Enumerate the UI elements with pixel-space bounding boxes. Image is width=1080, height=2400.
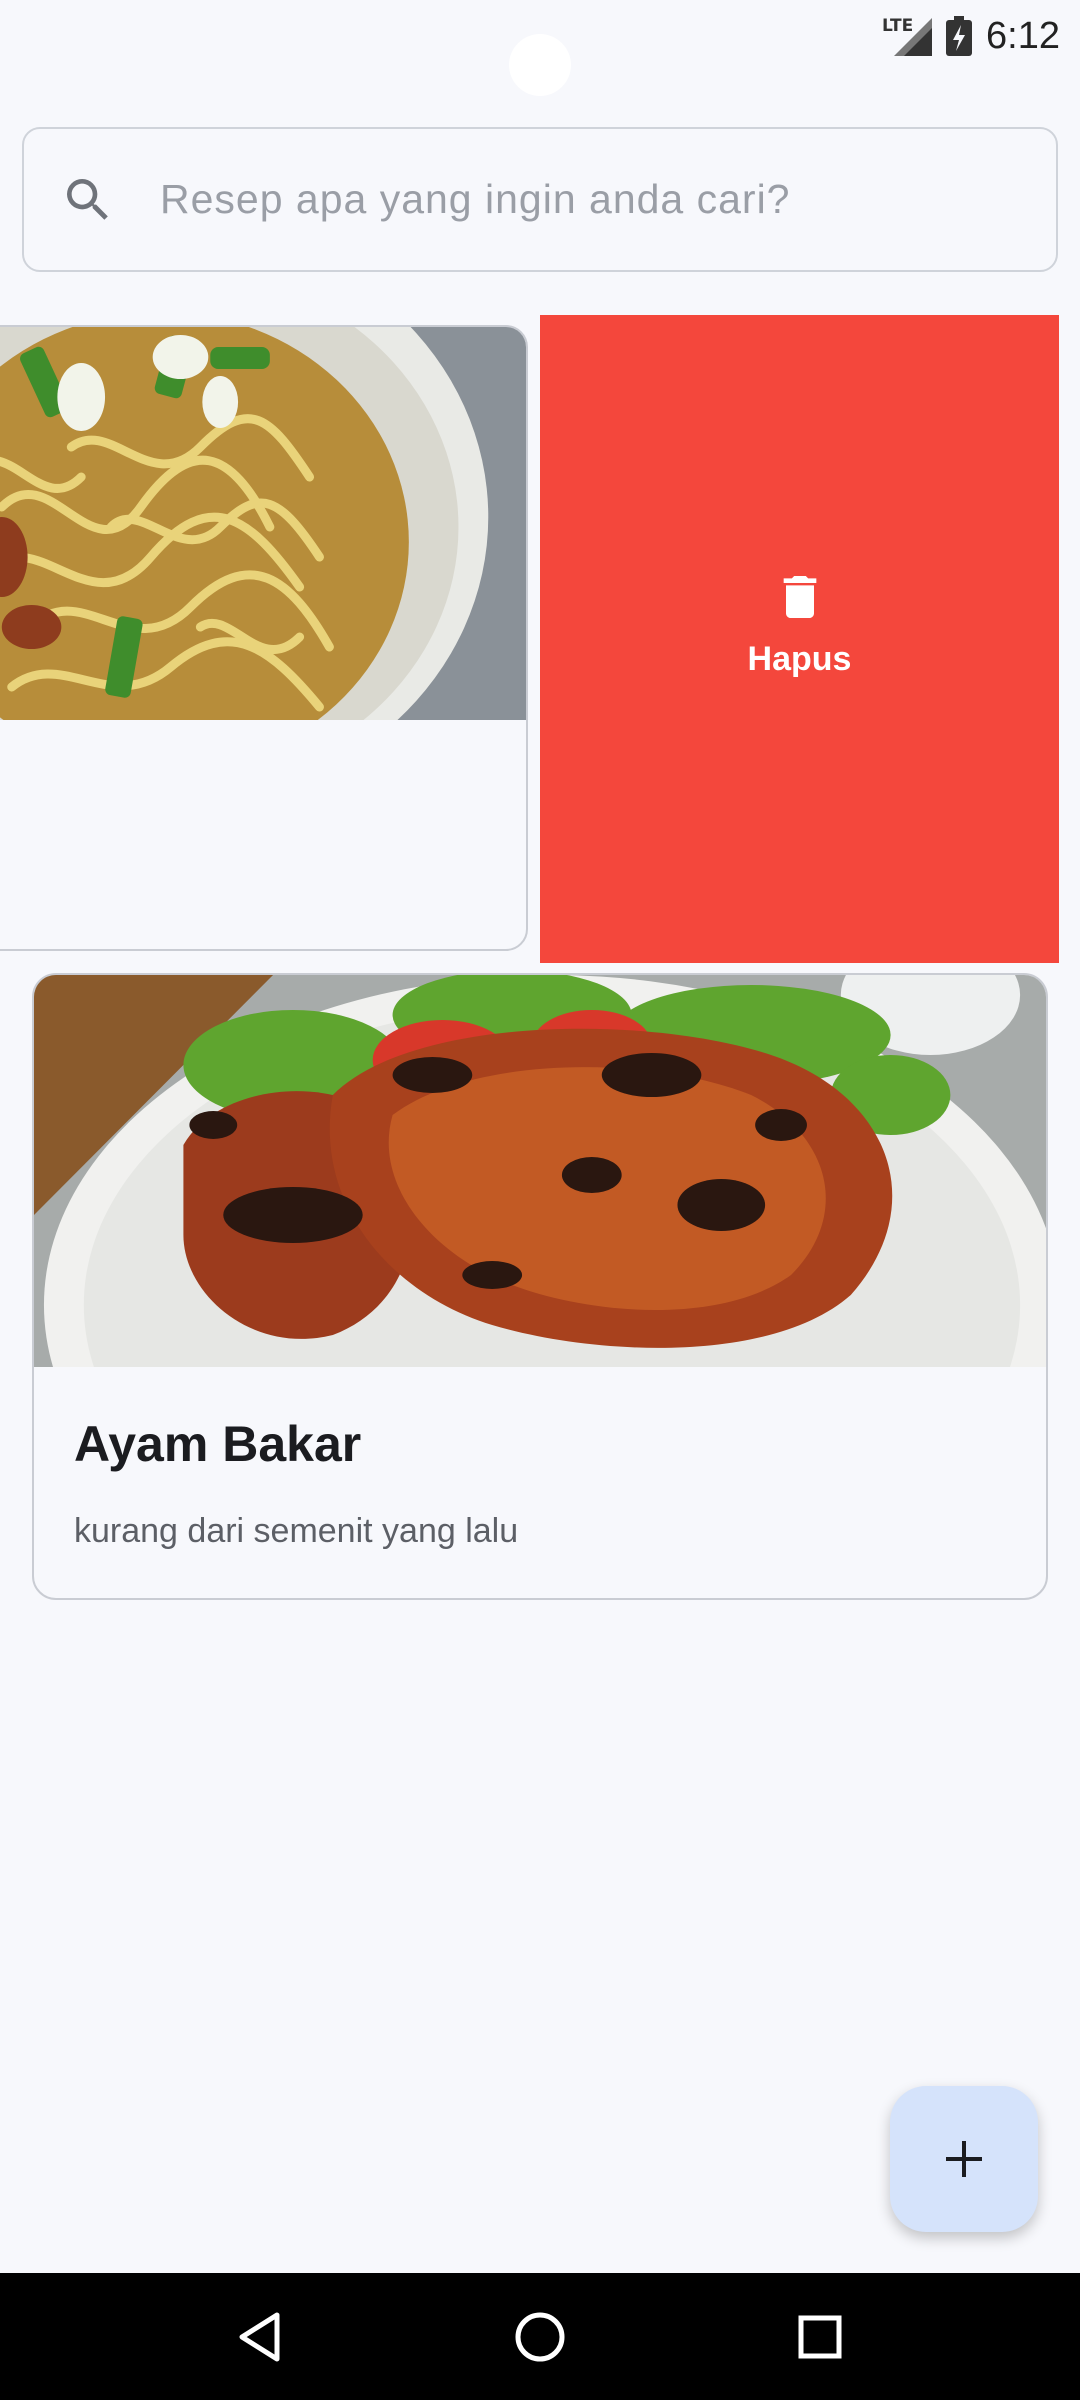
clock: 6:12 — [986, 14, 1060, 57]
back-icon — [239, 2312, 280, 2361]
navigation-bar — [0, 2273, 1080, 2400]
signal-icon: LTE — [882, 16, 933, 56]
noodle-soup-photo — [0, 327, 526, 720]
screen: LTE 6:12 Resep apa yang ingin anda cari?… — [0, 0, 1080, 2400]
plus-icon — [946, 2141, 982, 2177]
delete-label: Hapus — [747, 639, 852, 678]
status-icons: LTE 6:12 — [882, 8, 1060, 64]
recipe-card-swiped[interactable] — [0, 325, 528, 951]
trash-icon — [783, 575, 816, 618]
add-recipe-button[interactable] — [890, 2086, 1038, 2232]
back-button[interactable] — [220, 2297, 300, 2377]
search-bar[interactable] — [22, 127, 1058, 272]
status-bar: LTE 6:12 — [0, 0, 1080, 96]
search-icon — [67, 178, 108, 220]
grilled-chicken-photo — [34, 975, 1046, 1367]
delete-swipe-action[interactable]: Hapus — [540, 315, 1059, 963]
home-icon — [515, 2312, 565, 2361]
recents-button[interactable] — [780, 2297, 860, 2377]
camera-cutout — [509, 34, 571, 96]
battery-icon — [946, 16, 973, 56]
recipe-timestamp: kurang dari semenit yang lalu — [74, 1512, 519, 1550]
recipe-card[interactable]: Ayam Bakar kurang dari semenit yang lalu — [32, 973, 1048, 1600]
recipe-title: Ayam Bakar — [74, 1416, 362, 1472]
search-input[interactable] — [160, 176, 1020, 223]
home-button[interactable] — [500, 2297, 580, 2377]
recents-icon — [798, 2315, 842, 2358]
